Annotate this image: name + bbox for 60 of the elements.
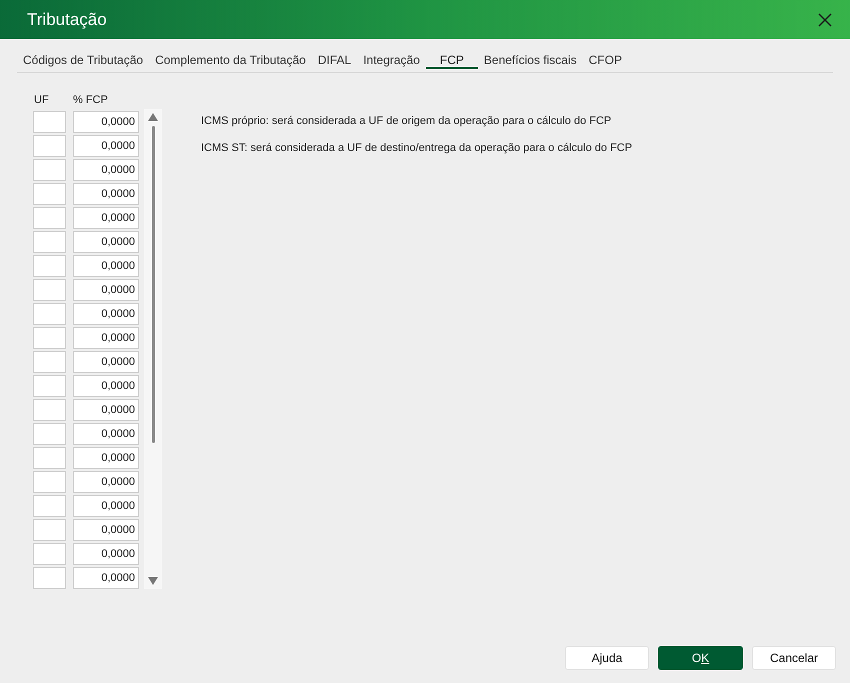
fcp-field[interactable]: 0,0000 [73, 207, 139, 229]
dialog-button[interactable]: Cancelar [752, 646, 836, 670]
uf-field[interactable] [33, 423, 66, 445]
fcp-field[interactable]: 0,0000 [73, 231, 139, 253]
tab[interactable]: Benefícios fiscais [478, 51, 583, 69]
uf-field[interactable] [33, 447, 66, 469]
tab[interactable]: Integração [357, 51, 426, 69]
fcp-field[interactable]: 0,0000 [73, 519, 139, 541]
fcp-field[interactable]: 0,0000 [73, 327, 139, 349]
info-text: ICMS próprio: será considerada a UF de origem da operação para o cálculo do FCP [201, 114, 612, 129]
fcp-field[interactable]: 0,0000 [73, 159, 139, 181]
fcp-field[interactable]: 0,0000 [73, 447, 139, 469]
fcp-field[interactable]: 0,0000 [73, 351, 139, 373]
column-header: UF [33, 92, 50, 108]
fcp-field[interactable]: 0,0000 [73, 183, 139, 205]
scroll-down-icon[interactable] [148, 577, 158, 585]
fcp-field[interactable]: 0,0000 [73, 423, 139, 445]
uf-field[interactable] [33, 135, 66, 157]
tab[interactable]: DIFAL [312, 51, 358, 69]
fcp-field[interactable]: 0,0000 [73, 135, 139, 157]
tab[interactable]: Complemento da Tributação [149, 51, 312, 69]
scroll-up-icon[interactable] [148, 113, 158, 121]
window-title: Tributação [27, 8, 107, 31]
close-icon[interactable] [818, 12, 832, 26]
fcp-field[interactable]: 0,0000 [73, 495, 139, 517]
fcp-field[interactable]: 0,0000 [73, 255, 139, 277]
info-text: ICMS ST: será considerada a UF de destino/entrega da operação para o cálculo do FCP [201, 140, 632, 156]
scrollbar[interactable] [144, 109, 162, 589]
uf-field[interactable] [33, 303, 66, 325]
uf-field[interactable] [33, 207, 66, 229]
uf-field[interactable] [33, 567, 66, 589]
uf-field[interactable] [33, 327, 66, 349]
tab[interactable]: Códigos de Tributação [17, 51, 150, 69]
uf-field[interactable] [33, 399, 66, 421]
uf-field[interactable] [33, 471, 66, 493]
fcp-field[interactable]: 0,0000 [73, 567, 139, 589]
fcp-field[interactable]: 0,0000 [73, 471, 139, 493]
tab[interactable]: CFOP [582, 51, 628, 69]
scrollbar-thumb[interactable] [152, 126, 154, 443]
uf-field[interactable] [33, 519, 66, 541]
uf-field[interactable] [33, 183, 66, 205]
column-header: % FCP [73, 92, 108, 108]
uf-field[interactable] [33, 279, 66, 301]
uf-field[interactable] [33, 111, 66, 133]
uf-field[interactable] [33, 159, 66, 181]
fcp-field[interactable]: 0,0000 [73, 111, 139, 133]
fcp-field[interactable]: 0,0000 [73, 375, 139, 397]
fcp-field[interactable]: 0,0000 [73, 303, 139, 325]
uf-field[interactable] [33, 351, 66, 373]
fcp-field[interactable]: 0,0000 [73, 279, 139, 301]
fcp-field[interactable]: 0,0000 [73, 399, 139, 421]
fcp-field[interactable]: 0,0000 [73, 543, 139, 565]
dialog-button[interactable]: OK [658, 646, 743, 670]
tab[interactable]: FCP [426, 51, 478, 69]
uf-field[interactable] [33, 255, 66, 277]
dialog-button[interactable]: Ajuda [565, 646, 649, 670]
uf-field[interactable] [33, 231, 66, 253]
uf-field[interactable] [33, 543, 66, 565]
uf-field[interactable] [33, 375, 66, 397]
uf-field[interactable] [33, 495, 66, 517]
